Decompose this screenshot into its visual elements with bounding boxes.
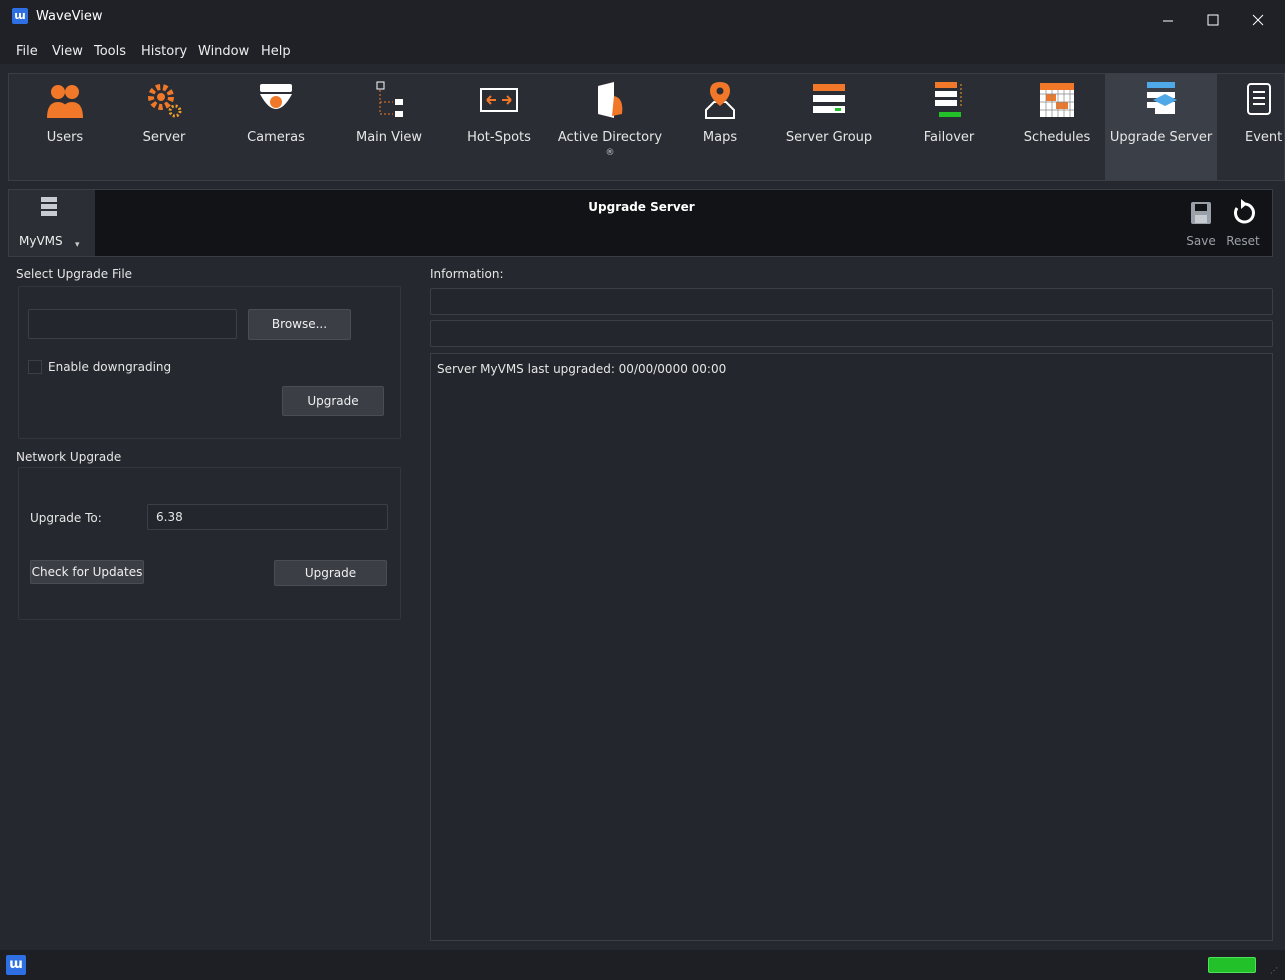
information-label: Information: (430, 267, 504, 281)
users-icon (47, 85, 83, 118)
maximize-button[interactable] (1190, 0, 1236, 40)
upgrade-file-group: Browse... Enable downgrading Upgrade (18, 286, 401, 439)
event-log-icon (1247, 83, 1271, 115)
server-name: MyVMS (19, 234, 63, 248)
server-gear-icon (148, 84, 182, 118)
maximize-icon (1207, 14, 1219, 26)
toolbar-label: Server (142, 130, 186, 145)
toolbar-server[interactable]: Server (108, 74, 220, 180)
main-view-tree-icon (376, 81, 403, 117)
status-bar: ɯ ⋰ (0, 950, 1285, 980)
close-button[interactable] (1236, 0, 1282, 40)
information-bar-1 (430, 288, 1273, 315)
toolbar-label: Failover (923, 130, 975, 145)
toolbar-users[interactable]: Users (9, 74, 121, 180)
toolbar-failover[interactable]: Failover (893, 74, 1005, 180)
information-bar-2 (430, 320, 1273, 347)
enable-downgrading-label: Enable downgrading (48, 360, 172, 374)
upgrade-to-label: Upgrade To: (30, 511, 102, 525)
menu-history[interactable]: History (141, 44, 187, 59)
active-directory-icon (598, 82, 623, 118)
server-icon (41, 197, 57, 216)
status-logo-icon[interactable]: ɯ (6, 955, 26, 975)
menu-file[interactable]: File (16, 44, 38, 59)
save-button[interactable]: Save (1181, 194, 1221, 254)
toolbar-label: Active Directory (557, 130, 663, 145)
network-upgrade-group: Upgrade To: 6.38 Check for Updates Upgra… (18, 467, 401, 620)
save-icon (1191, 202, 1211, 224)
menu-view[interactable]: View (52, 44, 83, 59)
enable-downgrading-checkbox[interactable] (28, 360, 42, 374)
upgrade-to-field[interactable]: 6.38 (147, 504, 388, 530)
upgrade-server-icon (1147, 82, 1177, 114)
toolbar-cameras[interactable]: Cameras (220, 74, 332, 180)
menu-bar: File View Tools History Window Help (0, 40, 1285, 64)
menu-help[interactable]: Help (261, 44, 291, 59)
toolbar-label: Event l (1245, 130, 1285, 145)
server-selector[interactable]: MyVMS ▾ (9, 190, 95, 256)
page-title: Upgrade Server (588, 200, 695, 214)
server-group-icon (813, 84, 845, 113)
information-log[interactable]: Server MyVMS last upgraded: 00/00/0000 0… (430, 353, 1273, 941)
toolbar-label: Hot-Spots (467, 130, 531, 145)
information-message: Server MyVMS last upgraded: 00/00/0000 0… (437, 362, 727, 376)
failover-icon (935, 82, 962, 117)
upgrade-file-button[interactable]: Upgrade (282, 386, 384, 416)
network-upgrade-button[interactable]: Upgrade (274, 560, 387, 586)
registered-mark: ® (605, 148, 615, 158)
title-bar: ɯ WaveView (0, 0, 1285, 40)
hot-spots-icon (480, 88, 518, 112)
menu-window[interactable]: Window (198, 44, 249, 59)
schedule-grid-icon (1040, 83, 1074, 117)
reset-button[interactable]: Reset (1223, 194, 1263, 254)
close-icon (1252, 14, 1264, 26)
toolbar-upgrade-server[interactable]: Upgrade Server (1105, 74, 1217, 180)
minimize-button[interactable] (1145, 0, 1191, 40)
toolbar-event-log[interactable]: Event l (1216, 74, 1285, 180)
save-label: Save (1186, 234, 1216, 248)
toolbar-label: Upgrade Server (1109, 130, 1213, 145)
toolbar-main-view[interactable]: Main View (333, 74, 445, 180)
window-title: WaveView (36, 9, 103, 24)
resize-grip-icon[interactable]: ⋰ (1270, 966, 1278, 975)
map-pin-icon (705, 82, 735, 119)
toolbar-label: Server Group (785, 130, 873, 145)
check-for-updates-button[interactable]: Check for Updates (30, 560, 144, 584)
module-toolbar: Users Server Cameras Main View Hot-Spots (8, 73, 1285, 181)
browse-button[interactable]: Browse... (248, 309, 351, 340)
toolbar-label: Main View (355, 130, 422, 145)
toolbar-label: Maps (702, 130, 738, 145)
toolbar-label: Users (46, 130, 84, 145)
toolbar-active-directory[interactable]: Active Directory ® (554, 74, 666, 180)
menu-tools[interactable]: Tools (94, 44, 126, 59)
module-header: Upgrade Server MyVMS ▾ Save Reset (8, 189, 1273, 257)
connection-status-indicator (1208, 957, 1256, 973)
dropdown-caret-icon: ▾ (75, 240, 80, 250)
dome-camera-icon (260, 84, 292, 109)
toolbar-maps[interactable]: Maps (664, 74, 776, 180)
toolbar-schedules[interactable]: Schedules (1001, 74, 1113, 180)
reset-icon (1234, 199, 1255, 224)
toolbar-label: Schedules (1023, 130, 1091, 145)
network-upgrade-label: Network Upgrade (16, 450, 122, 464)
minimize-icon (1163, 20, 1173, 22)
app-logo-icon: ɯ (12, 8, 28, 24)
upgrade-file-input[interactable] (28, 309, 237, 339)
toolbar-label: Cameras (247, 130, 305, 145)
reset-label: Reset (1226, 234, 1260, 248)
select-upgrade-file-label: Select Upgrade File (16, 267, 133, 281)
toolbar-hot-spots[interactable]: Hot-Spots (443, 74, 555, 180)
toolbar-server-group[interactable]: Server Group (773, 74, 885, 180)
